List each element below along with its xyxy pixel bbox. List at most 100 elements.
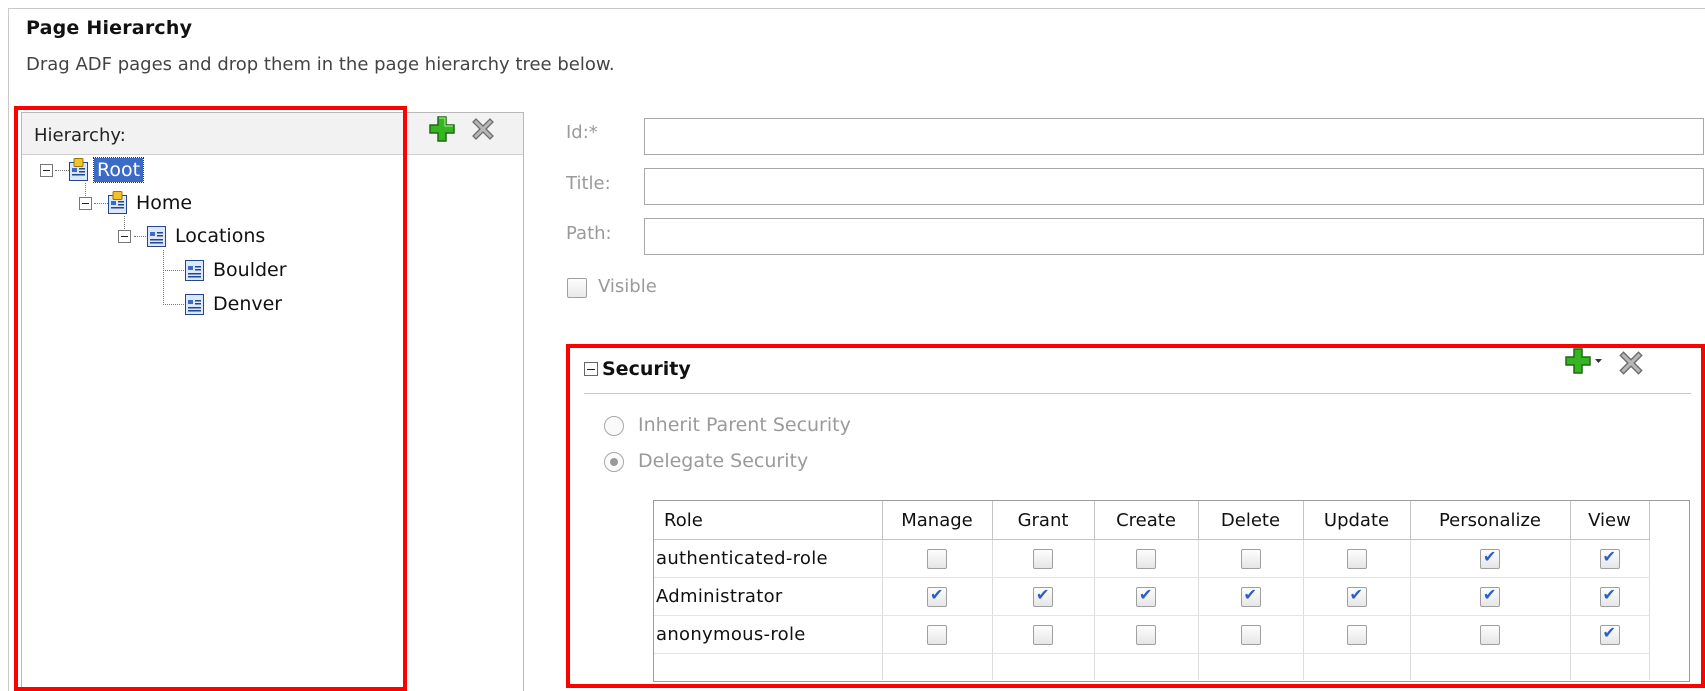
tree-node-label: Locations bbox=[175, 225, 266, 247]
page-icon bbox=[184, 292, 206, 316]
role-cell: anonymous-role bbox=[654, 615, 883, 654]
permission-cell bbox=[1303, 539, 1411, 578]
column-header-delete[interactable]: Delete bbox=[1198, 501, 1304, 540]
gray-x-icon bbox=[472, 118, 494, 140]
page-icon bbox=[184, 258, 206, 282]
empty-cell bbox=[1410, 653, 1571, 680]
delete-checkbox[interactable] bbox=[1240, 585, 1261, 607]
column-header-grant[interactable]: Grant bbox=[992, 501, 1095, 540]
gray-x-icon bbox=[1619, 351, 1643, 375]
page-security-icon bbox=[68, 158, 90, 182]
table-row[interactable]: authenticated-role bbox=[654, 539, 1650, 578]
manage-checkbox[interactable] bbox=[927, 625, 947, 645]
column-header-manage[interactable]: Manage bbox=[882, 501, 993, 540]
table-row[interactable]: anonymous-role bbox=[654, 615, 1650, 654]
grant-checkbox[interactable] bbox=[1033, 549, 1053, 569]
title-field[interactable] bbox=[644, 168, 1704, 205]
grant-checkbox[interactable] bbox=[1033, 585, 1053, 607]
tree-connector bbox=[163, 270, 184, 271]
tree-connector bbox=[163, 304, 184, 305]
collapse-icon[interactable] bbox=[118, 229, 131, 243]
title-label: Title: bbox=[566, 173, 611, 194]
page-security-icon bbox=[107, 191, 129, 215]
view-checkbox[interactable] bbox=[1599, 547, 1620, 569]
inherit-security-radio[interactable] bbox=[604, 416, 624, 436]
role-cell: authenticated-role bbox=[654, 539, 883, 578]
permission-cell bbox=[992, 577, 1095, 616]
green-plus-icon bbox=[429, 116, 455, 142]
tree-node-boulder[interactable]: Boulder bbox=[184, 256, 290, 284]
create-checkbox[interactable] bbox=[1136, 585, 1156, 607]
inherit-security-label: Inherit Parent Security bbox=[638, 414, 851, 436]
empty-cell bbox=[1303, 653, 1411, 680]
delegate-security-label: Delegate Security bbox=[638, 450, 809, 472]
personalize-checkbox[interactable] bbox=[1480, 625, 1500, 645]
add-page-button[interactable] bbox=[428, 115, 456, 143]
permission-cell bbox=[1410, 615, 1571, 654]
delete-role-button[interactable] bbox=[1616, 348, 1646, 378]
personalize-checkbox[interactable] bbox=[1480, 547, 1500, 569]
collapse-icon[interactable] bbox=[40, 163, 53, 177]
update-checkbox[interactable] bbox=[1346, 549, 1367, 569]
manage-checkbox[interactable] bbox=[927, 549, 947, 569]
delete-checkbox[interactable] bbox=[1240, 549, 1261, 569]
personalize-checkbox[interactable] bbox=[1480, 585, 1500, 607]
update-checkbox[interactable] bbox=[1346, 585, 1367, 607]
security-header[interactable]: Security bbox=[584, 358, 691, 380]
permission-cell bbox=[992, 615, 1095, 654]
security-title: Security bbox=[602, 358, 691, 380]
permission-cell bbox=[882, 615, 993, 654]
empty-cell bbox=[654, 653, 883, 680]
permission-cell bbox=[1410, 539, 1571, 578]
hierarchy-label: Hierarchy: bbox=[34, 125, 126, 146]
tree-node-label: Root bbox=[92, 157, 145, 183]
tree-node-home[interactable]: Home bbox=[79, 189, 195, 217]
create-checkbox[interactable] bbox=[1136, 549, 1156, 569]
grant-checkbox[interactable] bbox=[1033, 625, 1053, 645]
visible-label: Visible bbox=[598, 276, 657, 297]
tree-node-root[interactable]: Root bbox=[40, 156, 145, 184]
permission-cell bbox=[1198, 615, 1304, 654]
id-label: Id:* bbox=[566, 122, 598, 143]
visible-checkbox[interactable] bbox=[567, 278, 587, 298]
view-checkbox[interactable] bbox=[1599, 623, 1620, 645]
permission-cell bbox=[882, 539, 993, 578]
id-field[interactable] bbox=[644, 118, 1704, 155]
page-icon bbox=[146, 224, 168, 248]
path-label: Path: bbox=[566, 223, 612, 244]
permission-cell bbox=[1570, 539, 1650, 578]
collapse-icon[interactable] bbox=[79, 196, 92, 210]
tree-connector bbox=[163, 250, 164, 305]
table-header-row: Role Manage Grant Create Delete Update P… bbox=[654, 501, 1650, 540]
delete-page-button[interactable] bbox=[469, 115, 497, 143]
table-row[interactable]: Administrator bbox=[654, 577, 1650, 616]
permission-cell bbox=[992, 539, 1095, 578]
manage-checkbox[interactable] bbox=[927, 585, 947, 607]
tree-node-denver[interactable]: Denver bbox=[184, 290, 285, 318]
permission-cell bbox=[1198, 577, 1304, 616]
column-header-role[interactable]: Role bbox=[654, 501, 883, 540]
role-cell: Administrator bbox=[654, 577, 883, 616]
column-header-personalize[interactable]: Personalize bbox=[1410, 501, 1571, 540]
column-header-view[interactable]: View bbox=[1570, 501, 1650, 540]
empty-cell bbox=[992, 653, 1095, 680]
permission-cell bbox=[1094, 615, 1199, 654]
tree-node-locations[interactable]: Locations bbox=[118, 222, 268, 250]
delegate-security-radio[interactable] bbox=[604, 452, 624, 472]
empty-row bbox=[654, 653, 1650, 680]
delete-checkbox[interactable] bbox=[1240, 625, 1261, 645]
security-divider bbox=[584, 393, 1691, 394]
collapse-icon[interactable] bbox=[584, 362, 598, 376]
page-description: Drag ADF pages and drop them in the page… bbox=[26, 54, 615, 75]
column-header-update[interactable]: Update bbox=[1303, 501, 1411, 540]
empty-cell bbox=[1094, 653, 1199, 680]
permission-cell bbox=[1570, 615, 1650, 654]
add-role-button[interactable] bbox=[1564, 347, 1604, 377]
view-checkbox[interactable] bbox=[1599, 585, 1620, 607]
update-checkbox[interactable] bbox=[1346, 625, 1367, 645]
path-field[interactable] bbox=[644, 218, 1704, 255]
empty-cell bbox=[1570, 653, 1650, 680]
tree-node-label: Boulder bbox=[213, 259, 287, 281]
create-checkbox[interactable] bbox=[1136, 625, 1156, 645]
column-header-create[interactable]: Create bbox=[1094, 501, 1199, 540]
